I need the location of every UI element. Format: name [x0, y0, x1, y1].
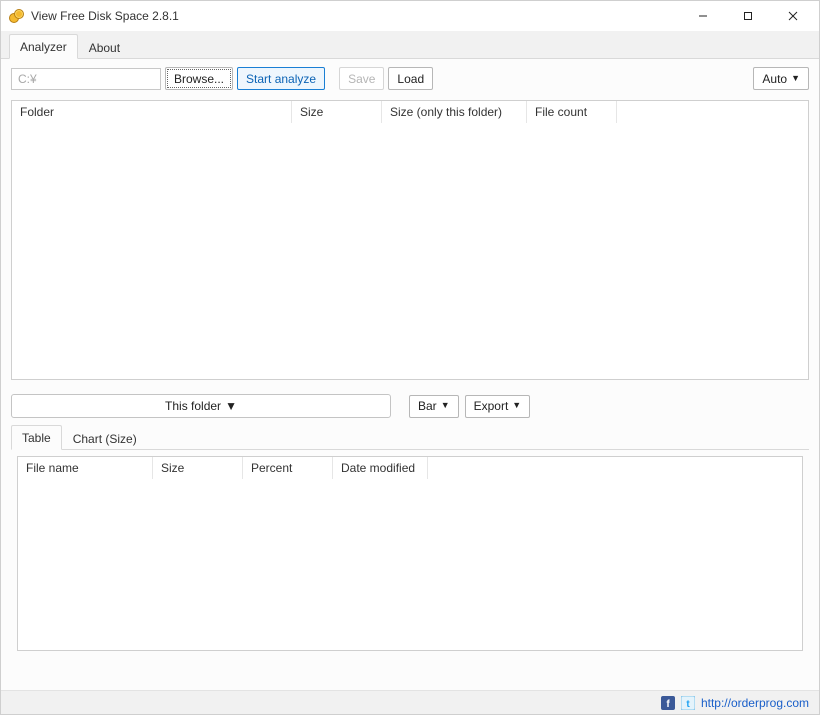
mid-controls: This folder ▼ Bar ▼ Export ▼ — [11, 394, 809, 418]
subtab-table[interactable]: Table — [11, 425, 62, 450]
website-link[interactable]: http://orderprog.com — [701, 696, 809, 710]
main-tabs: Analyzer About — [1, 31, 819, 59]
col-percent[interactable]: Percent — [243, 457, 333, 479]
start-analyze-button[interactable]: Start analyze — [237, 67, 325, 90]
caret-down-icon: ▼ — [225, 399, 237, 413]
col-size-only[interactable]: Size (only this folder) — [382, 101, 527, 123]
col-date-modified[interactable]: Date modified — [333, 457, 428, 479]
path-input[interactable]: C:¥ — [11, 68, 161, 90]
tab-analyzer[interactable]: Analyzer — [9, 34, 78, 59]
window-title: View Free Disk Space 2.8.1 — [31, 9, 179, 23]
close-button[interactable] — [770, 2, 815, 30]
this-folder-dropdown[interactable]: This folder ▼ — [11, 394, 391, 418]
twitter-icon[interactable]: t — [681, 696, 695, 710]
col-folder[interactable]: Folder — [12, 101, 292, 123]
sub-tabs: Table Chart (Size) — [11, 424, 809, 450]
caret-down-icon: ▼ — [791, 73, 800, 83]
auto-dropdown[interactable]: Auto ▼ — [753, 67, 809, 90]
col-spacer — [617, 101, 808, 123]
caret-down-icon: ▼ — [512, 400, 521, 410]
col-file-count[interactable]: File count — [527, 101, 617, 123]
folder-list[interactable]: Folder Size Size (only this folder) File… — [11, 100, 809, 380]
app-icon — [9, 8, 25, 24]
export-label: Export — [474, 399, 509, 413]
tab-about[interactable]: About — [78, 35, 131, 59]
lower-wrap: File name Size Percent Date modified — [11, 450, 809, 657]
toolbar: C:¥ Browse... Start analyze Save Load Au… — [11, 67, 809, 90]
bar-dropdown[interactable]: Bar ▼ — [409, 395, 459, 418]
file-list[interactable]: File name Size Percent Date modified — [17, 456, 803, 651]
load-button[interactable]: Load — [388, 67, 433, 90]
facebook-icon[interactable]: f — [661, 696, 675, 710]
app-window: View Free Disk Space 2.8.1 Analyzer Abou… — [0, 0, 820, 715]
this-folder-label: This folder — [165, 399, 221, 413]
minimize-button[interactable] — [680, 2, 725, 30]
save-button[interactable]: Save — [339, 67, 384, 90]
footer: f t http://orderprog.com — [1, 690, 819, 714]
analyzer-panel: C:¥ Browse... Start analyze Save Load Au… — [1, 59, 819, 690]
bar-label: Bar — [418, 399, 437, 413]
content-area: Analyzer About C:¥ Browse... Start analy… — [1, 31, 819, 714]
caret-down-icon: ▼ — [441, 400, 450, 410]
subtab-chart[interactable]: Chart (Size) — [62, 426, 148, 450]
folder-list-header: Folder Size Size (only this folder) File… — [12, 101, 808, 123]
titlebar: View Free Disk Space 2.8.1 — [1, 1, 819, 31]
col-file-size[interactable]: Size — [153, 457, 243, 479]
auto-dropdown-label: Auto — [762, 72, 787, 86]
export-dropdown[interactable]: Export ▼ — [465, 395, 531, 418]
col-file-name[interactable]: File name — [18, 457, 153, 479]
file-list-header: File name Size Percent Date modified — [18, 457, 802, 479]
col-size[interactable]: Size — [292, 101, 382, 123]
col-spacer2 — [428, 457, 802, 479]
browse-button[interactable]: Browse... — [165, 67, 233, 90]
maximize-button[interactable] — [725, 2, 770, 30]
